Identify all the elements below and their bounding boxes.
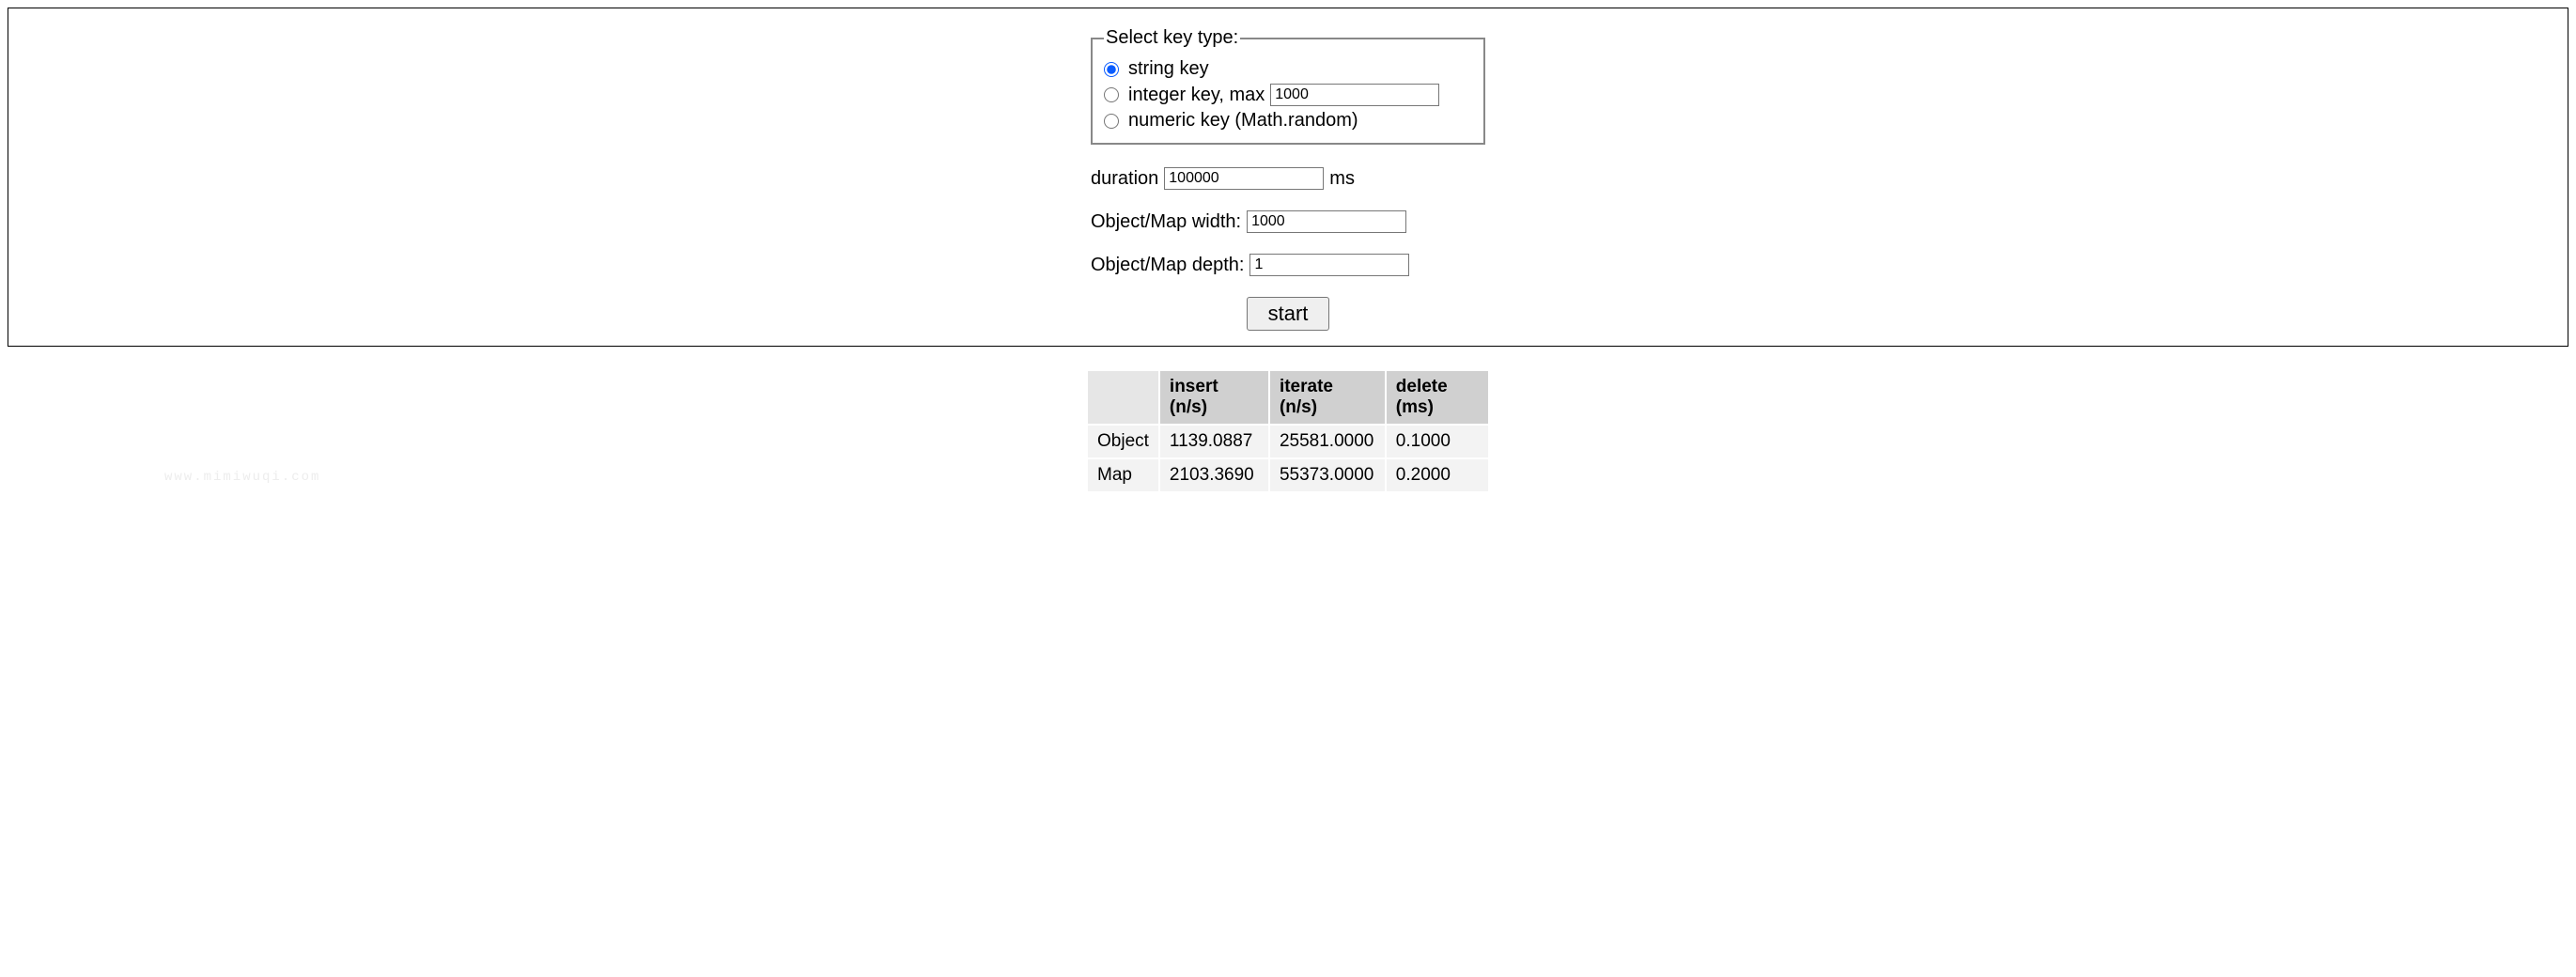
depth-row: Object/Map depth: xyxy=(1091,254,1485,276)
results-rowname-1: Map xyxy=(1088,459,1158,491)
config-panel: Select key type: string key integer key,… xyxy=(8,8,2568,347)
table-row: Object 1139.0887 25581.0000 0.1000 xyxy=(1088,426,1488,457)
results-header-delete: delete (ms) xyxy=(1387,371,1488,424)
duration-row: duration ms xyxy=(1091,167,1485,190)
keytype-radio-string[interactable] xyxy=(1104,62,1119,77)
results-delete-1: 0.2000 xyxy=(1387,459,1488,491)
keytype-radio-integer[interactable] xyxy=(1104,87,1119,102)
duration-unit: ms xyxy=(1329,168,1355,190)
start-button[interactable]: start xyxy=(1247,297,1330,331)
results-iterate-1: 55373.0000 xyxy=(1270,459,1385,491)
results-header-iterate: iterate (n/s) xyxy=(1270,371,1385,424)
results-insert-0: 1139.0887 xyxy=(1160,426,1268,457)
integer-max-input[interactable] xyxy=(1270,84,1439,106)
keytype-label-string: string key xyxy=(1128,58,1209,80)
results-table: insert (n/s) iterate (n/s) delete (ms) O… xyxy=(1086,369,1490,493)
width-label: Object/Map width: xyxy=(1091,211,1241,233)
results-header-insert: insert (n/s) xyxy=(1160,371,1268,424)
watermark-text: www.mimiwuqi.com xyxy=(164,470,320,485)
keytype-radio-numeric[interactable] xyxy=(1104,114,1119,129)
depth-label: Object/Map depth: xyxy=(1091,255,1244,276)
results-iterate-0: 25581.0000 xyxy=(1270,426,1385,457)
width-row: Object/Map width: xyxy=(1091,210,1485,233)
keytype-label-numeric: numeric key (Math.random) xyxy=(1128,110,1358,132)
config-column: Select key type: string key integer key,… xyxy=(1091,27,1485,331)
width-input[interactable] xyxy=(1247,210,1406,233)
results-header-blank xyxy=(1088,371,1158,424)
keytype-label-integer: integer key, max xyxy=(1128,85,1265,106)
keytype-option-integer: integer key, max xyxy=(1104,82,1472,108)
table-row: Map 2103.3690 55373.0000 0.2000 xyxy=(1088,459,1488,491)
duration-input[interactable] xyxy=(1164,167,1324,190)
duration-label: duration xyxy=(1091,168,1158,190)
results-rowname-0: Object xyxy=(1088,426,1158,457)
results-delete-0: 0.1000 xyxy=(1387,426,1488,457)
start-button-row: start xyxy=(1091,297,1485,331)
results-insert-1: 2103.3690 xyxy=(1160,459,1268,491)
keytype-fieldset: Select key type: string key integer key,… xyxy=(1091,27,1485,145)
keytype-legend: Select key type: xyxy=(1104,27,1240,49)
results-header-row: insert (n/s) iterate (n/s) delete (ms) xyxy=(1088,371,1488,424)
keytype-option-numeric: numeric key (Math.random) xyxy=(1104,108,1472,133)
keytype-option-string: string key xyxy=(1104,56,1472,82)
depth-input[interactable] xyxy=(1249,254,1409,276)
